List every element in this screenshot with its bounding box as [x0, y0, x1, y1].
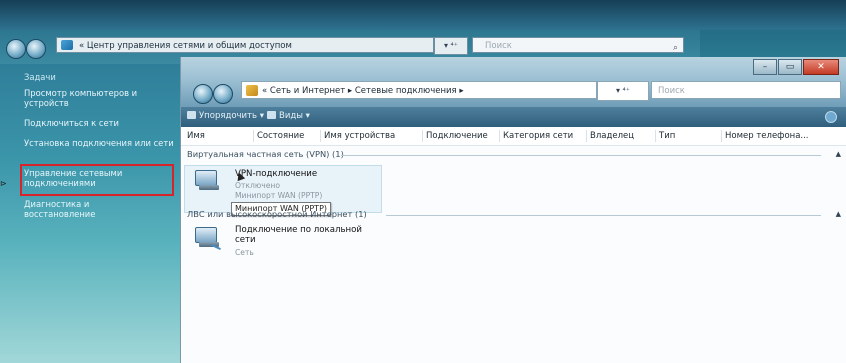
- column-divider[interactable]: [655, 130, 656, 142]
- address-bar[interactable]: « Сеть и Интернет ▸ Сетевые подключения …: [241, 81, 597, 99]
- back-icon[interactable]: [6, 39, 26, 59]
- background-titlebar: [0, 0, 846, 30]
- task-view-computers[interactable]: Просмотр компьютеров и устройств: [24, 88, 172, 108]
- search-input[interactable]: Поиск ⌕: [651, 81, 841, 99]
- history-dropdown[interactable]: ▾ ⁴⁺: [597, 81, 649, 101]
- highlight-frame: [20, 164, 174, 196]
- column-divider[interactable]: [499, 130, 500, 142]
- lan-connection-name[interactable]: Подключение по локальной сети: [235, 225, 385, 245]
- column-connection[interactable]: Подключение: [426, 131, 488, 141]
- task-setup-connection[interactable]: Установка подключения или сети: [24, 138, 180, 148]
- column-divider[interactable]: [721, 130, 722, 142]
- folder-icon: [246, 85, 258, 96]
- lan-connection-status: Сеть: [235, 248, 254, 257]
- vpn-connection-device: Минипорт WAN (PPTP): [235, 191, 323, 200]
- network-connections-window: – ▭ ✕ « Сеть и Интернет ▸ Сетевые подклю…: [180, 57, 846, 363]
- collapse-icon[interactable]: ▲: [836, 210, 841, 218]
- column-divider[interactable]: [253, 130, 254, 142]
- vpn-connection-icon[interactable]: [195, 170, 221, 192]
- column-phone[interactable]: Номер телефона...: [725, 131, 809, 141]
- column-type[interactable]: Тип: [659, 131, 675, 141]
- window-header: – ▭ ✕ « Сеть и Интернет ▸ Сетевые подклю…: [181, 57, 846, 107]
- column-headers: Имя Состояние Имя устройства Подключение…: [181, 127, 846, 146]
- group-divider: [341, 155, 821, 156]
- group-header-vpn[interactable]: Виртуальная частная сеть (VPN) (1): [187, 149, 344, 159]
- task-diagnostics[interactable]: Диагностика и восстановление: [24, 199, 154, 219]
- vpn-connection-name[interactable]: VPN-подключение: [235, 169, 317, 179]
- column-divider[interactable]: [320, 130, 321, 142]
- forward-icon[interactable]: [213, 84, 233, 104]
- minimize-icon[interactable]: –: [753, 59, 777, 75]
- task-connect-network[interactable]: Подключиться к сети: [24, 118, 172, 128]
- group-header-lan[interactable]: ЛВС или высокоскоростной Интернет (1): [187, 209, 367, 219]
- column-owner[interactable]: Владелец: [590, 131, 634, 141]
- collapse-icon[interactable]: ▲: [836, 150, 841, 158]
- search-icon[interactable]: ⌕: [673, 40, 678, 56]
- vpn-connection-status: Отключено: [235, 181, 281, 190]
- network-center-icon: [61, 40, 73, 50]
- views-icon: [267, 111, 276, 119]
- window-controls: – ▭ ✕: [752, 59, 839, 75]
- close-icon[interactable]: ✕: [803, 59, 839, 75]
- organize-icon: [187, 111, 196, 119]
- column-device-name[interactable]: Имя устройства: [324, 131, 395, 141]
- background-search-input[interactable]: Поиск ⌕: [472, 37, 684, 53]
- column-divider[interactable]: [422, 130, 423, 142]
- views-button[interactable]: Виды ▾: [267, 111, 310, 121]
- column-network-category[interactable]: Категория сети: [503, 131, 573, 141]
- group-divider: [386, 215, 821, 216]
- maximize-icon[interactable]: ▭: [778, 59, 802, 75]
- help-icon[interactable]: [825, 111, 837, 123]
- back-icon[interactable]: [193, 84, 213, 104]
- forward-icon[interactable]: [26, 39, 46, 59]
- background-history-dropdown[interactable]: ▾ ⁴⁺: [434, 37, 468, 55]
- lan-connection-icon[interactable]: [195, 227, 221, 251]
- tasks-header: Задачи: [24, 72, 56, 82]
- column-name[interactable]: Имя: [187, 131, 205, 141]
- organize-button[interactable]: Упорядочить ▾: [187, 111, 264, 121]
- column-status[interactable]: Состояние: [257, 131, 304, 141]
- background-address-bar[interactable]: « Центр управления сетями и общим доступ…: [56, 37, 434, 53]
- command-toolbar: Упорядочить ▾ Виды ▾: [181, 107, 846, 127]
- column-divider[interactable]: [586, 130, 587, 142]
- cursor-icon: ⊳: [0, 179, 7, 188]
